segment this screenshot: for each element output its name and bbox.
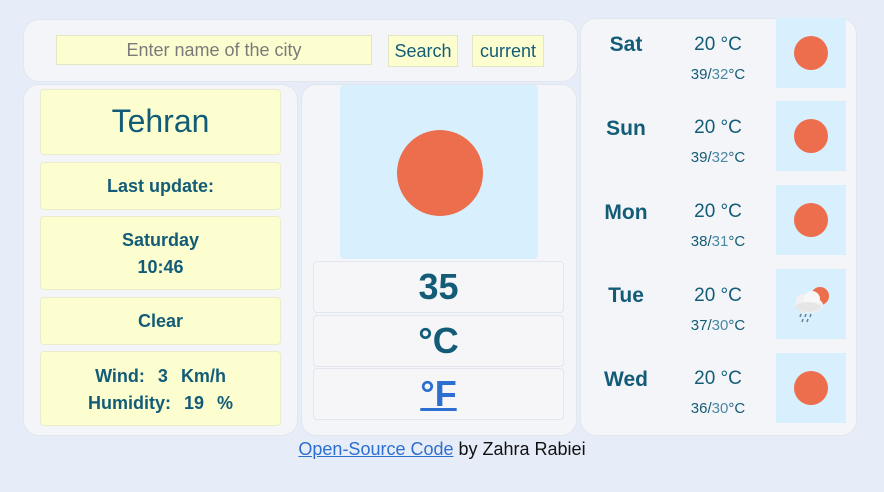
- forecast-unit: °C: [728, 317, 746, 334]
- wind-humidity-box: Wind: 3 Km/h Humidity: 19 %: [40, 351, 281, 426]
- last-update-label: Last update:: [106, 176, 214, 196]
- forecast-day-name: Wed: [604, 368, 648, 391]
- forecast-high: 36: [690, 400, 708, 417]
- sun-icon: [397, 130, 483, 216]
- humidity-value: 19: [183, 393, 204, 413]
- forecast-temp: 20 °C: [694, 117, 742, 138]
- celsius-unit-box[interactable]: °C: [313, 315, 564, 367]
- forecast-range: 37/30°C: [690, 317, 746, 334]
- forecast-day-name: Mon: [604, 201, 648, 224]
- fahrenheit-unit-box[interactable]: °F: [313, 368, 564, 420]
- forecast-range: 36/30°C: [690, 400, 746, 417]
- current-location-button[interactable]: current: [472, 35, 544, 67]
- forecast-unit: °C: [728, 400, 746, 417]
- forecast-icon-box: [776, 269, 846, 339]
- humidity-unit: %: [217, 393, 234, 413]
- forecast-low: 30: [711, 317, 729, 334]
- rain-cloud-sun-icon: [795, 287, 829, 323]
- current-day: Saturday: [121, 230, 200, 250]
- current-time: 10:46: [137, 257, 184, 277]
- date-time-box: Saturday 10:46: [40, 216, 281, 290]
- forecast-temp: 20 °C: [694, 368, 742, 389]
- forecast-high: 39: [690, 66, 708, 83]
- wind-label: Wind:: [95, 366, 145, 386]
- fahrenheit-link[interactable]: °F: [420, 373, 456, 414]
- condition-box: Clear: [40, 297, 281, 345]
- weather-condition: Clear: [137, 311, 184, 331]
- humidity-row: Humidity: 19 %: [41, 393, 280, 414]
- wind-row: Wind: 3 Km/h: [41, 366, 280, 387]
- current-weather-icon-box: [340, 85, 538, 259]
- sun-icon: [794, 119, 828, 153]
- footer-author: by Zahra Rabiei: [453, 439, 586, 459]
- temperature-value-box: 35: [313, 261, 564, 313]
- wind-unit: Km/h: [180, 366, 226, 386]
- forecast-temp: 20 °C: [694, 201, 742, 222]
- forecast-icon-box: [776, 18, 846, 88]
- forecast-low: 30: [711, 400, 729, 417]
- forecast-low: 31: [711, 233, 729, 250]
- forecast-unit: °C: [728, 233, 746, 250]
- city-name-box: Tehran: [40, 89, 281, 155]
- forecast-temp: 20 °C: [694, 285, 742, 306]
- forecast-unit: °C: [728, 66, 746, 83]
- city-name: Tehran: [111, 103, 210, 139]
- temperature-value: 35: [418, 266, 459, 307]
- forecast-icon-box: [776, 185, 846, 255]
- footer: Open-Source Code by Zahra Rabiei: [0, 439, 884, 460]
- forecast-range: 39/32°C: [690, 66, 746, 83]
- forecast-day-name: Sun: [606, 117, 646, 140]
- forecast-range: 39/32°C: [690, 149, 746, 166]
- city-search-input[interactable]: [56, 35, 372, 65]
- humidity-label: Humidity:: [87, 393, 171, 413]
- forecast-icon-box: [776, 353, 846, 423]
- forecast-low: 32: [711, 66, 729, 83]
- forecast-high: 39: [690, 149, 708, 166]
- forecast-icon-box: [776, 101, 846, 171]
- forecast-day-name: Sat: [609, 33, 643, 56]
- search-button[interactable]: Search: [388, 35, 458, 67]
- forecast-day-name: Tue: [608, 284, 644, 307]
- forecast-range: 38/31°C: [690, 233, 746, 250]
- forecast-high: 38: [690, 233, 708, 250]
- open-source-code-link[interactable]: Open-Source Code: [298, 439, 453, 459]
- last-update-box: Last update:: [40, 162, 281, 210]
- sun-icon: [794, 371, 828, 405]
- celsius-unit[interactable]: °C: [418, 320, 458, 361]
- forecast-unit: °C: [728, 149, 746, 166]
- forecast-temp: 20 °C: [694, 34, 742, 55]
- wind-value: 3: [157, 366, 168, 386]
- sun-icon: [794, 203, 828, 237]
- sun-icon: [794, 36, 828, 70]
- forecast-low: 32: [711, 149, 729, 166]
- forecast-high: 37: [690, 317, 708, 334]
